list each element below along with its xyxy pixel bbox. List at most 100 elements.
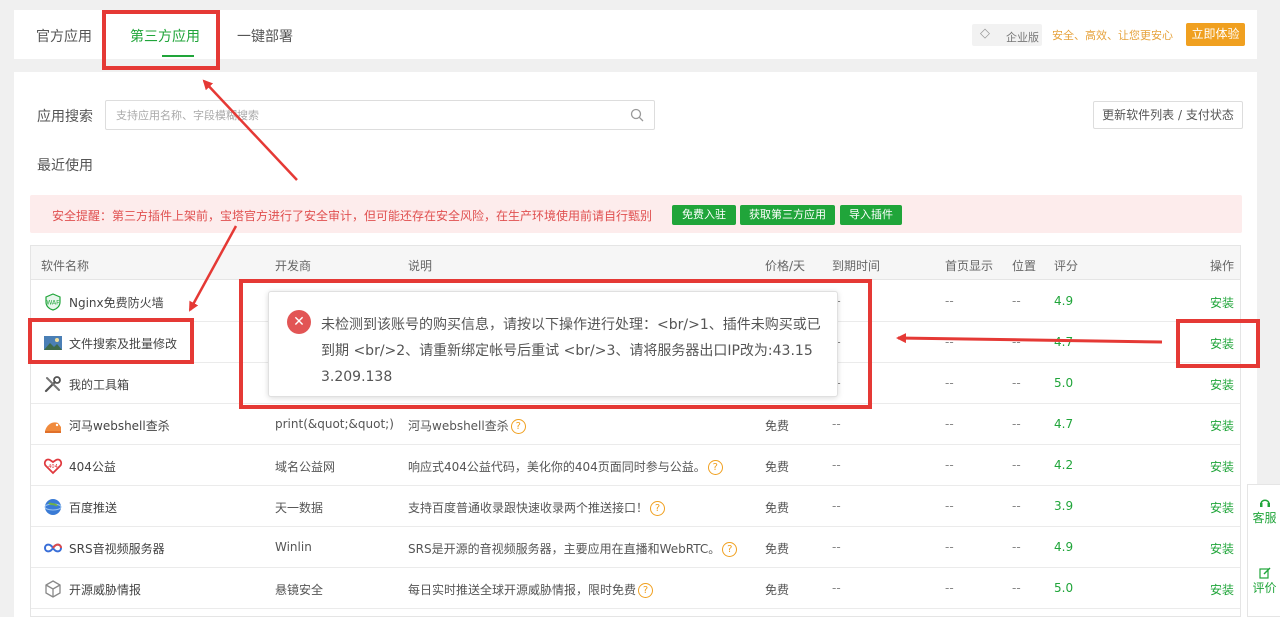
description-cell: 响应式404公益代码，美化你的404页面同时参与公益。? (408, 458, 723, 475)
waf-icon: WAF (45, 293, 61, 311)
col-header-developer: 开发商 (275, 259, 312, 273)
score-cell: 4.2 (1054, 458, 1074, 472)
free-join-button[interactable]: 免费入驻 (672, 205, 736, 225)
get-third-party-button[interactable]: 获取第三方应用 (740, 205, 835, 225)
col-header-home: 首页显示 (945, 259, 994, 273)
score-cell: 4.9 (1054, 294, 1074, 308)
recent-used-label: 最近使用 (37, 158, 93, 174)
import-plugin-button[interactable]: 导入插件 (840, 205, 902, 225)
software-name[interactable]: 404公益 (69, 458, 116, 475)
help-icon[interactable]: ? (510, 419, 526, 434)
table-header: 软件名称 开发商 说明 价格/天 到期时间 首页显示 位置 评分 操作 (31, 246, 1240, 280)
diamond-icon: ◇ (980, 26, 990, 41)
globe-icon (44, 499, 62, 515)
table-row: 404 404公益 域名公益网 响应式404公益代码，美化你的404页面同时参与… (31, 445, 1240, 486)
score-cell: 4.7 (1054, 417, 1074, 431)
home-display-cell: -- (945, 499, 954, 513)
score-cell: 5.0 (1054, 581, 1074, 595)
search-input[interactable] (106, 101, 606, 129)
edit-icon (1258, 567, 1270, 579)
col-header-name: 软件名称 (41, 259, 90, 273)
price-cell: 免费 (765, 460, 790, 474)
score-cell: 4.9 (1054, 540, 1074, 554)
home-display-cell: -- (945, 376, 954, 390)
price-cell: 免费 (765, 542, 790, 556)
install-button[interactable]: 安装 (1210, 540, 1234, 557)
side-widget: 客服 评价 (1247, 484, 1280, 617)
install-button[interactable]: 安装 (1210, 458, 1234, 475)
score-cell: 3.9 (1054, 499, 1074, 513)
try-now-button[interactable]: 立即体验 (1186, 23, 1245, 46)
install-button[interactable]: 安装 (1210, 294, 1234, 311)
svg-text:404: 404 (48, 464, 58, 470)
home-display-cell: -- (945, 540, 954, 554)
price-cell: 免费 (765, 583, 790, 597)
home-display-cell: -- (945, 335, 954, 349)
position-cell: -- (1012, 417, 1021, 431)
software-name[interactable]: SRS音视频服务器 (69, 540, 165, 557)
tab-one-click-deploy[interactable]: 一键部署 (237, 26, 293, 46)
position-cell: -- (1012, 335, 1021, 349)
table-row: 百度推送 天一数据 支持百度普通收录跟快速收录两个推送接口！? 免费 -- --… (31, 486, 1240, 527)
price-cell: 免费 (765, 501, 790, 515)
search-icon[interactable] (630, 108, 644, 122)
home-display-cell: -- (945, 581, 954, 595)
review-button[interactable]: 评价 (1248, 567, 1280, 596)
infinity-icon (43, 543, 63, 553)
annotation-box-dialog (239, 279, 872, 409)
annotation-box-tab (102, 10, 220, 70)
developer-cell: 域名公益网 (275, 460, 336, 474)
table-row: 开源威胁情报 悬镜安全 每日实时推送全球开源威胁情报，限时免费? 免费 -- -… (31, 568, 1240, 609)
price-cell: 免费 (765, 419, 790, 433)
tools-icon (44, 376, 61, 393)
score-cell: 5.0 (1054, 376, 1074, 390)
hippo-icon (45, 422, 61, 433)
heart-icon: 404 (43, 458, 63, 475)
help-icon[interactable]: ? (638, 583, 654, 598)
help-icon[interactable]: ? (650, 501, 666, 516)
help-icon[interactable]: ? (722, 542, 738, 557)
col-header-position: 位置 (1012, 259, 1037, 273)
developer-cell: 天一数据 (275, 501, 324, 515)
position-cell: -- (1012, 581, 1021, 595)
software-name[interactable]: 我的工具箱 (69, 376, 129, 393)
search-box (105, 100, 655, 130)
software-name[interactable]: Nginx免费防火墙 (69, 294, 164, 311)
col-header-desc: 说明 (408, 259, 433, 273)
install-button[interactable]: 安装 (1210, 417, 1234, 434)
expire-cell: -- (832, 458, 841, 472)
software-name[interactable]: 河马webshell查杀 (69, 417, 170, 434)
refresh-list-button[interactable]: 更新软件列表 / 支付状态 (1093, 101, 1243, 129)
alert-text: 安全提醒：第三方插件上架前，宝塔官方进行了安全审计，但可能还存在安全风险，在生产… (52, 209, 653, 223)
position-cell: -- (1012, 458, 1021, 472)
annotation-box-install (1176, 319, 1260, 368)
install-button[interactable]: 安装 (1210, 581, 1234, 598)
col-header-price: 价格/天 (765, 259, 806, 273)
tab-official-apps[interactable]: 官方应用 (36, 26, 92, 46)
developer-cell: 悬镜安全 (275, 583, 324, 597)
description-cell: SRS是开源的音视频服务器，主要应用在直播和WebRTC。? (408, 540, 738, 557)
annotation-box-software (28, 318, 194, 364)
headset-icon (1259, 499, 1270, 507)
expire-cell: -- (832, 499, 841, 513)
table-row: 河马webshell查杀 print(&quot;&quot;) 河马websh… (31, 404, 1240, 445)
description-cell: 支持百度普通收录跟快速收录两个推送接口！? (408, 499, 666, 516)
customer-service-button[interactable]: 客服 (1248, 497, 1280, 526)
description-cell: 每日实时推送全球开源威胁情报，限时免费? (408, 581, 654, 598)
expire-cell: -- (832, 417, 841, 431)
install-button[interactable]: 安装 (1210, 376, 1234, 393)
position-cell: -- (1012, 376, 1021, 390)
install-button[interactable]: 安装 (1210, 499, 1234, 516)
software-name[interactable]: 百度推送 (69, 499, 117, 516)
position-cell: -- (1012, 499, 1021, 513)
expire-cell: -- (832, 581, 841, 595)
help-icon[interactable]: ? (707, 460, 723, 475)
col-header-expire: 到期时间 (832, 259, 881, 273)
col-header-action: 操作 (1210, 259, 1235, 273)
security-alert: 安全提醒：第三方插件上架前，宝塔官方进行了安全审计，但可能还存在安全风险，在生产… (30, 195, 1242, 233)
home-display-cell: -- (945, 458, 954, 472)
table-row: SRS音视频服务器 Winlin SRS是开源的音视频服务器，主要应用在直播和W… (31, 527, 1240, 568)
position-cell: -- (1012, 294, 1021, 308)
col-header-score: 评分 (1054, 259, 1079, 273)
software-name[interactable]: 开源威胁情报 (69, 581, 141, 598)
